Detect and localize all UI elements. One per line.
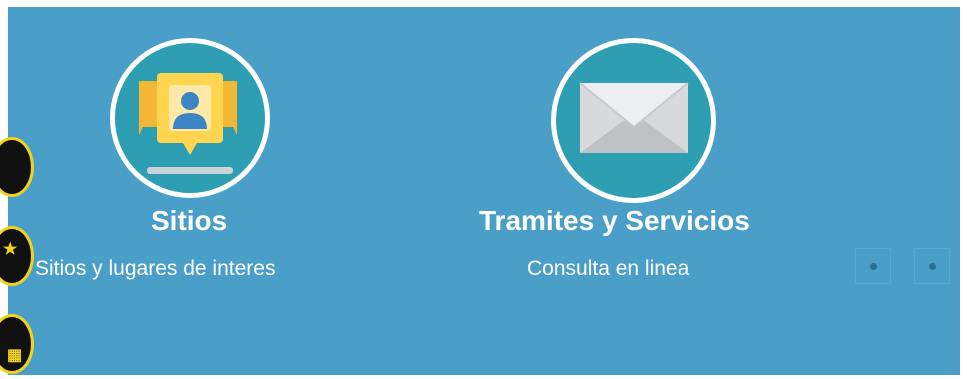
carousel-dot-2[interactable] — [914, 248, 950, 284]
location-person-icon — [139, 73, 237, 174]
tramites-subtitle: Consulta en linea — [527, 257, 690, 280]
envelope-icon — [579, 82, 689, 153]
services-panel: Sitios Sitios y lugares de interes Trami… — [8, 7, 960, 375]
card-sitios[interactable]: Sitios Sitios y lugares de interes — [8, 7, 388, 375]
tramites-title[interactable]: Tramites y Servicios — [479, 205, 750, 237]
tramites-icon-circle[interactable] — [551, 38, 716, 203]
card-tramites[interactable]: Tramites y Servicios Consulta en linea — [468, 7, 828, 375]
text-size-icon: ▦ — [7, 347, 23, 364]
sitios-icon-circle[interactable] — [110, 38, 270, 198]
sitios-title[interactable]: Sitios — [151, 205, 227, 237]
carousel-dot-1[interactable] — [855, 248, 891, 284]
sitios-subtitle: Sitios y lugares de interes — [35, 257, 276, 280]
star-icon: ★ — [3, 241, 18, 258]
